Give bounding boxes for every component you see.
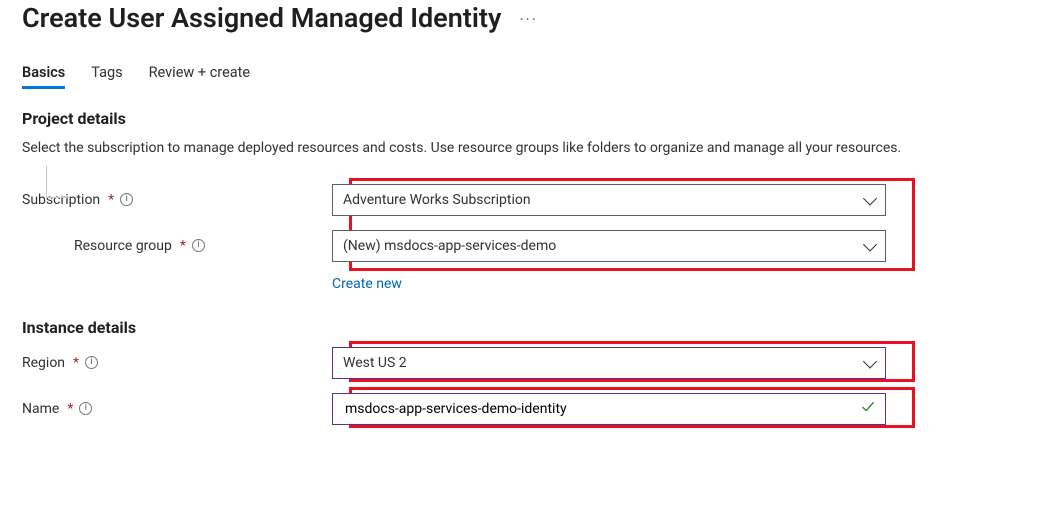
project-details-heading: Project details [22, 109, 1030, 128]
tab-basics[interactable]: Basics [22, 64, 65, 89]
chevron-down-icon [863, 191, 877, 205]
resource-group-label: Resource group [74, 238, 172, 254]
tab-bar: Basics Tags Review + create [22, 64, 1030, 89]
check-icon [861, 400, 875, 418]
instance-details-heading: Instance details [22, 318, 1030, 337]
resource-group-value: (New) msdocs-app-services-demo [343, 238, 556, 254]
region-label: Region [22, 355, 65, 371]
tab-tags[interactable]: Tags [91, 64, 122, 89]
required-icon: * [73, 355, 79, 371]
name-label: Name [22, 401, 59, 417]
resource-group-select[interactable]: (New) msdocs-app-services-demo [332, 230, 886, 262]
info-icon[interactable]: i [192, 239, 205, 252]
name-input-wrapper [332, 393, 886, 425]
region-select[interactable]: West US 2 [332, 347, 886, 379]
subscription-value: Adventure Works Subscription [343, 192, 531, 208]
info-icon[interactable]: i [79, 402, 92, 415]
chevron-down-icon [863, 354, 877, 368]
chevron-down-icon [863, 237, 877, 251]
page-title: Create User Assigned Managed Identity [22, 2, 501, 34]
tab-review-create[interactable]: Review + create [149, 64, 250, 89]
project-details-description: Select the subscription to manage deploy… [22, 138, 982, 160]
required-icon: * [67, 401, 73, 417]
info-icon[interactable]: i [120, 193, 133, 206]
subscription-select[interactable]: Adventure Works Subscription [332, 184, 886, 216]
required-icon: * [180, 238, 186, 254]
name-input[interactable] [343, 400, 853, 418]
info-icon[interactable]: i [85, 356, 98, 369]
create-new-link[interactable]: Create new [332, 276, 402, 292]
tree-connector [46, 166, 70, 198]
more-actions-icon[interactable]: ··· [519, 10, 538, 29]
region-value: West US 2 [343, 355, 407, 371]
required-icon: * [108, 192, 114, 208]
